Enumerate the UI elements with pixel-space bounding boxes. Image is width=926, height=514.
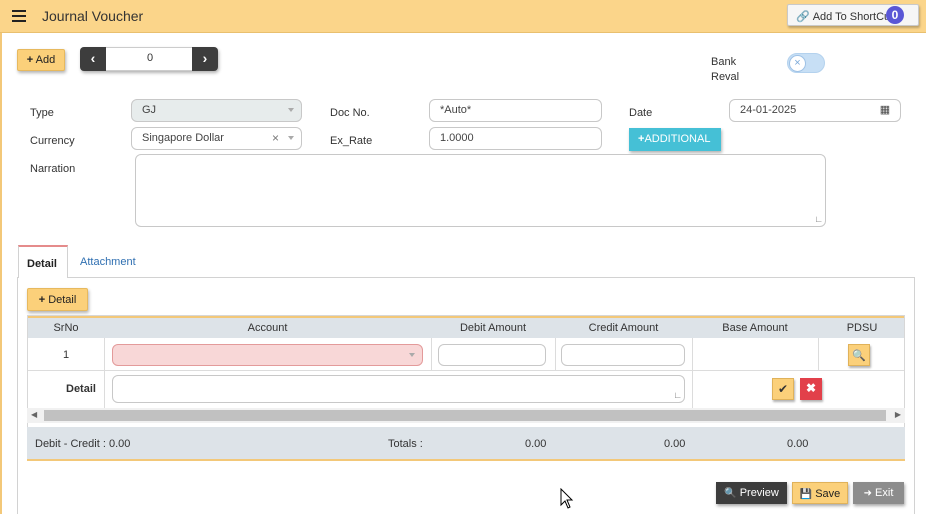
delete-row-button[interactable]: ✖ (800, 378, 822, 400)
col-header-account: Account (247, 322, 288, 334)
grid-divider (104, 338, 105, 408)
row-srno: 1 (63, 349, 70, 361)
exit-label: Exit (875, 487, 894, 499)
confirm-row-button[interactable]: ✔ (772, 378, 794, 400)
tab-detail[interactable]: Detail (18, 245, 68, 278)
type-select[interactable]: GJ (131, 99, 302, 122)
bank-reval-toggle[interactable]: × (787, 53, 825, 73)
detail-text-input[interactable]: ∟ (112, 375, 685, 403)
totals-label: Totals : (388, 438, 423, 450)
add-button-label: Add (35, 54, 56, 66)
plus-icon: + (38, 294, 46, 306)
clear-selection-icon[interactable]: × (272, 131, 279, 145)
plus-icon: + (26, 54, 34, 66)
scrollbar-thumb[interactable] (44, 410, 886, 421)
scroll-left-arrow-icon[interactable]: ◀ (31, 410, 37, 419)
credit-amount-input[interactable] (561, 344, 685, 366)
grid-divider (818, 338, 819, 370)
dropdown-caret-icon (288, 108, 294, 112)
type-label: Type (30, 107, 54, 119)
chevron-right-icon: › (202, 50, 208, 66)
add-to-shortcut-label: Add To ShortCut (812, 11, 894, 23)
record-index-value[interactable]: 0 (111, 52, 189, 64)
grid-divider (692, 338, 693, 408)
detail-row-label: Detail (66, 383, 96, 395)
hamburger-menu-icon[interactable] (12, 10, 26, 22)
close-icon: ✖ (805, 381, 817, 395)
resize-grip-icon[interactable]: ∟ (814, 215, 823, 224)
type-value: GJ (142, 104, 157, 116)
credit-total: 0.00 (664, 438, 686, 450)
add-detail-button[interactable]: + Detail (27, 288, 88, 311)
sign-out-icon: ➜ (863, 488, 872, 499)
chevron-left-icon: ‹ (90, 50, 96, 66)
narration-textarea[interactable]: ∟ (135, 154, 826, 227)
grid-divider (555, 338, 556, 370)
mouse-cursor-icon (560, 488, 574, 509)
checkmark-icon: ✔ (777, 382, 789, 396)
scroll-right-arrow-icon[interactable]: ▶ (895, 410, 901, 419)
base-total: 0.00 (787, 438, 809, 450)
debit-amount-input[interactable] (438, 344, 546, 366)
bank-reval-label-line2: Reval (711, 71, 740, 83)
grid-divider (431, 338, 432, 370)
ex-rate-value: 1.0000 (440, 132, 474, 144)
bank-reval-label-line1: Bank (711, 56, 737, 68)
additional-label: ADDITIONAL (644, 133, 711, 145)
currency-select[interactable]: Singapore Dollar × (131, 127, 302, 150)
save-label: Save (815, 488, 841, 500)
col-header-debit: Debit Amount (459, 322, 527, 334)
col-header-base: Base Amount (722, 322, 788, 334)
toggle-off-x-icon: × (789, 55, 806, 72)
currency-value: Singapore Dollar (142, 132, 224, 144)
top-bar: Journal Voucher 🔗 Add To ShortCut 0 (0, 0, 926, 33)
page-title: Journal Voucher (42, 8, 144, 24)
doc-no-value: *Auto* (440, 104, 472, 116)
grid-divider (28, 370, 904, 371)
debit-credit-difference: Debit - Credit : 0.00 (35, 438, 131, 450)
add-detail-label: Detail (48, 294, 77, 306)
grid-horizontal-scrollbar[interactable]: ◀ ▶ (27, 408, 905, 423)
col-header-credit: Credit Amount (588, 322, 659, 334)
date-input[interactable]: 24-01-2025 ▦ (729, 99, 901, 122)
ex-rate-input[interactable]: 1.0000 (429, 127, 602, 150)
calendar-icon[interactable]: ▦ (870, 99, 900, 122)
dropdown-caret-icon (409, 353, 415, 357)
grid-header: SrNo Account Debit Amount Credit Amount … (28, 316, 904, 338)
date-value: 24-01-2025 (740, 104, 797, 116)
preview-label: Preview (739, 487, 779, 499)
search-icon: 🔍 (724, 488, 737, 499)
date-label: Date (629, 107, 653, 119)
magnifier-icon: 🔍 (852, 350, 866, 362)
doc-no-label: Doc No. (330, 107, 370, 119)
dropdown-caret-icon (288, 136, 294, 140)
next-record-button[interactable]: › (192, 47, 218, 71)
resize-grip-icon[interactable]: ∟ (673, 391, 682, 400)
doc-no-input[interactable]: *Auto* (429, 99, 602, 122)
totals-bar: Debit - Credit : 0.00 Totals : 0.00 0.00… (27, 427, 905, 461)
col-header-srno: SrNo (53, 322, 79, 334)
add-button[interactable]: + Add (17, 49, 65, 71)
additional-button[interactable]: +ADDITIONAL (629, 128, 721, 151)
shortcut-count-badge: 0 (886, 6, 904, 24)
preview-button[interactable]: 🔍 Preview (716, 482, 787, 504)
account-select[interactable] (112, 344, 423, 366)
narration-label: Narration (30, 163, 76, 175)
pdsu-search-button[interactable]: 🔍 (848, 344, 870, 366)
currency-label: Currency (30, 135, 75, 147)
left-accent-border (0, 33, 2, 514)
floppy-disk-icon: 💾 (799, 489, 813, 500)
debit-total: 0.00 (525, 438, 547, 450)
previous-record-button[interactable]: ‹ (80, 47, 106, 71)
save-button[interactable]: 💾 Save (792, 482, 848, 504)
link-icon: 🔗 (796, 11, 810, 23)
exit-button[interactable]: ➜ Exit (853, 482, 904, 504)
col-header-pdsu: PDSU (846, 322, 878, 334)
tab-attachment[interactable]: Attachment (80, 256, 136, 268)
record-navigator: ‹ 0 › (80, 47, 218, 71)
ex-rate-label: Ex_Rate (330, 135, 373, 147)
